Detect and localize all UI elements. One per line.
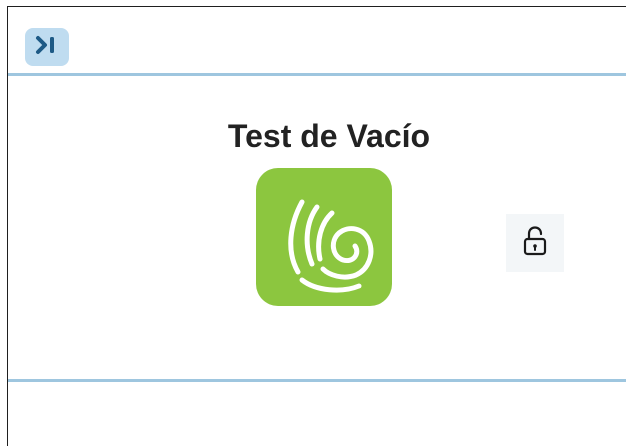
unlocked-padlock-icon <box>521 225 549 262</box>
waving-hand-icon <box>256 168 392 306</box>
bottom-divider <box>8 379 626 382</box>
page-title: Test de Vacío <box>227 118 431 154</box>
lock-toggle-button[interactable] <box>506 214 564 272</box>
expand-sidebar-button[interactable] <box>25 28 69 66</box>
top-divider <box>8 73 626 76</box>
expand-sidebar-icon <box>35 35 59 60</box>
app-icon <box>256 168 392 306</box>
